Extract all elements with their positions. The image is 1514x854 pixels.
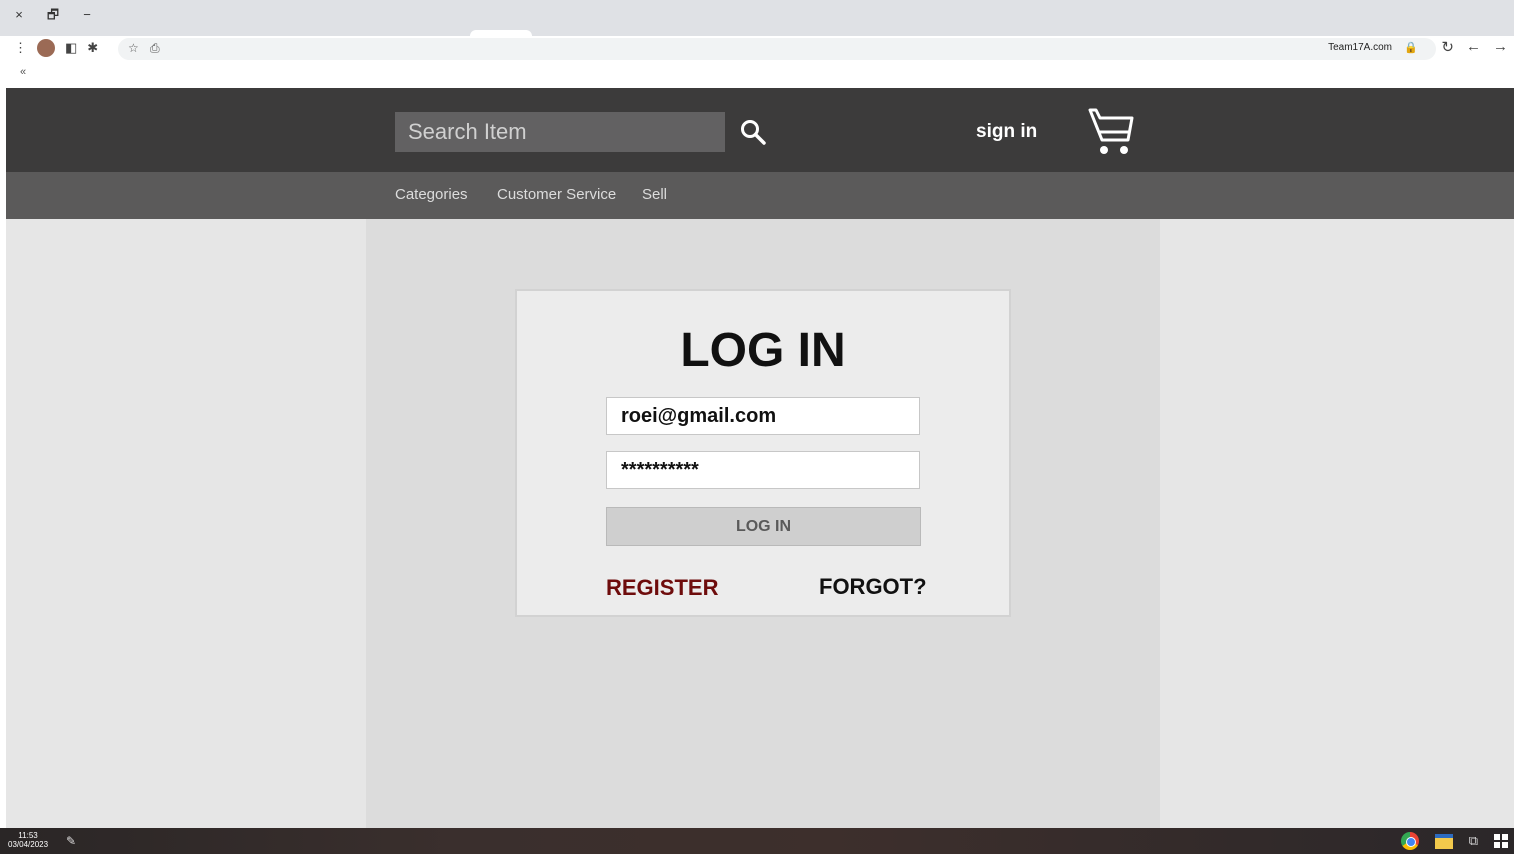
bookmark-bar: « — [0, 62, 1514, 88]
navigation-buttons: ↻ ← → — [1441, 38, 1508, 56]
window-controls: × 🗗 − — [12, 8, 94, 22]
extensions-icon[interactable]: ✱ — [87, 40, 98, 56]
profile-avatar-icon[interactable] — [37, 39, 55, 57]
chrome-app-icon[interactable] — [1400, 832, 1419, 850]
clock-date: 03/04/2023 — [8, 840, 49, 849]
lock-icon[interactable]: 🔒 — [1404, 41, 1418, 54]
url-text[interactable]: Team17A.com — [1328, 42, 1392, 53]
register-link[interactable]: REGISTER — [606, 575, 718, 601]
search-icon[interactable] — [739, 118, 767, 146]
task-view-icon[interactable]: ⧉ — [1469, 833, 1478, 849]
search-input[interactable]: Search Item — [395, 112, 725, 152]
address-bar[interactable]: ☆ ⎙ Team17A.com 🔒 — [118, 38, 1436, 60]
windows-start-icon[interactable] — [1494, 834, 1508, 848]
login-card: LOG IN roei@gmail.com ********** LOG IN … — [515, 289, 1011, 617]
main-content: LOG IN roei@gmail.com ********** LOG IN … — [366, 219, 1160, 828]
menu-dots-icon[interactable]: ⋮ — [14, 40, 27, 56]
back-icon[interactable]: ← — [1466, 38, 1481, 56]
side-panel-icon[interactable]: ◧ — [65, 40, 77, 56]
password-field[interactable]: ********** — [606, 451, 920, 489]
share-icon[interactable]: ⎙ — [150, 41, 160, 56]
taskbar-clock[interactable]: 11:53 03/04/2023 — [8, 831, 48, 849]
pen-icon[interactable]: ✎ — [66, 834, 76, 848]
clock-time: 11:53 — [18, 831, 38, 840]
forward-icon[interactable]: → — [1493, 38, 1508, 56]
nav-categories[interactable]: Categories — [395, 186, 468, 203]
os-taskbar: 11:53 03/04/2023 ✎ ⧉ — [0, 828, 1514, 854]
browser-tab-strip: × 🗗 − — [0, 0, 1514, 36]
cart-icon[interactable] — [1086, 106, 1138, 158]
bookmark-star-icon[interactable]: ☆ — [128, 41, 139, 55]
site-header: Search Item sign in — [6, 88, 1514, 172]
reload-icon[interactable]: ↻ — [1441, 38, 1454, 56]
nav-sell[interactable]: Sell — [642, 186, 667, 203]
login-title: LOG IN — [680, 324, 846, 377]
restore-window-icon[interactable]: 🗗 — [46, 8, 60, 22]
sign-in-link[interactable]: sign in — [976, 121, 1037, 143]
minimize-window-icon[interactable]: − — [80, 8, 94, 22]
category-nav: Categories Customer Service Sell — [6, 172, 1514, 219]
toolbar-icons: ⋮ ◧ ✱ — [14, 39, 98, 57]
login-button[interactable]: LOG IN — [606, 507, 921, 546]
email-field[interactable]: roei@gmail.com — [606, 397, 920, 435]
close-window-icon[interactable]: × — [12, 8, 26, 22]
collapse-icon[interactable]: « — [20, 66, 26, 78]
web-page: Search Item sign in Categories Customer … — [6, 88, 1514, 828]
browser-toolbar: ⋮ ◧ ✱ ☆ ⎙ Team17A.com 🔒 ↻ ← → — [0, 36, 1514, 62]
nav-customer-service[interactable]: Customer Service — [497, 186, 616, 203]
forgot-password-link[interactable]: FORGOT? — [819, 574, 927, 600]
taskbar-apps: ⧉ — [1400, 832, 1508, 850]
file-explorer-icon[interactable] — [1434, 833, 1453, 849]
